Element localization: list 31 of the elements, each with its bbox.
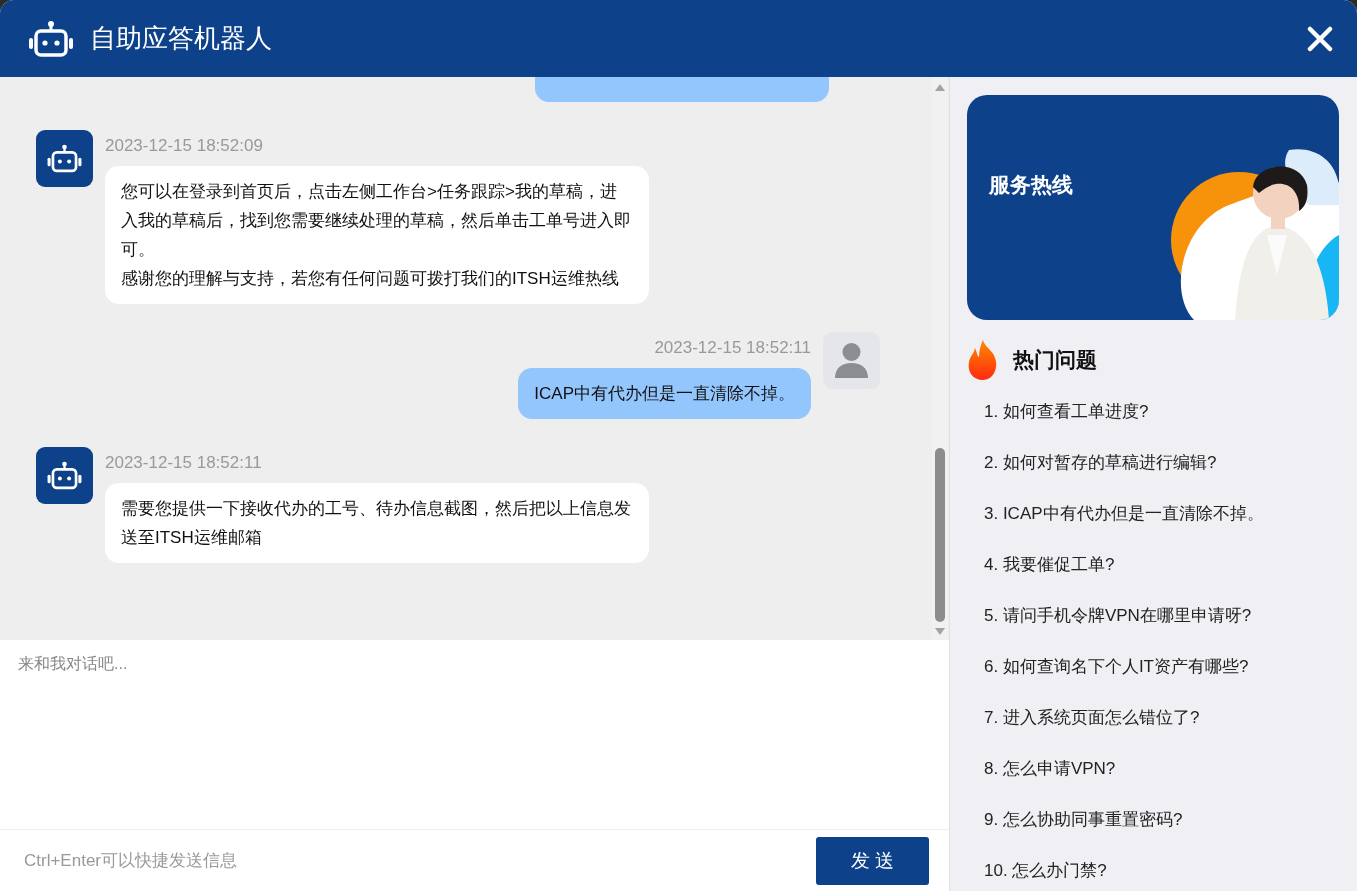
send-button[interactable]: 发 送 bbox=[816, 836, 929, 885]
question-link[interactable]: 2. 如何对暂存的草稿进行编辑? bbox=[984, 451, 1339, 474]
question-link[interactable]: 8. 怎么申请VPN? bbox=[984, 757, 1339, 780]
message-text: 需要您提供一下接收代办的工号、待办信息截图，然后把以上信息发送至ITSH运维邮箱 bbox=[121, 498, 632, 549]
question-link[interactable]: 10. 怎么办门禁? bbox=[984, 859, 1339, 882]
banner-title: 服务热线 bbox=[987, 172, 1074, 198]
question-link[interactable]: 1. 如何查看工单进度? bbox=[984, 400, 1339, 423]
question-link[interactable]: 4. 我要催促工单? bbox=[984, 553, 1339, 576]
bot-avatar bbox=[36, 447, 93, 504]
scroll-thumb[interactable] bbox=[935, 448, 945, 622]
scroll-down-icon[interactable] bbox=[935, 628, 945, 636]
close-icon[interactable] bbox=[1307, 25, 1333, 52]
question-link[interactable]: 6. 如何查询名下个人IT资产有哪些? bbox=[984, 655, 1339, 678]
user-avatar bbox=[823, 332, 880, 389]
message-time: 2023-12-15 18:52:11 bbox=[105, 453, 263, 473]
question-link[interactable]: 3. ICAP中有代办但是一直清除不掉。 bbox=[984, 502, 1339, 525]
window-title: 自助应答机器人 bbox=[90, 22, 273, 55]
message-text: 感谢您的理解与支持，若您有任何问题可拨打我们的ITSH运维热线 bbox=[121, 268, 620, 290]
flame-icon bbox=[967, 340, 999, 380]
section-title: 热门问题 bbox=[1013, 347, 1097, 373]
question-link[interactable]: 7. 进入系统页面怎么错位了? bbox=[984, 706, 1339, 729]
message-time: 2023-12-15 18:52:11 bbox=[654, 338, 811, 358]
scroll-up-icon[interactable] bbox=[935, 83, 945, 91]
message-text: ICAP中有代办但是一直清除不掉。 bbox=[534, 383, 795, 405]
shortcut-hint: Ctrl+Enter可以快捷发送信息 bbox=[24, 850, 237, 872]
robot-icon bbox=[28, 18, 74, 59]
question-link[interactable]: 5. 请问手机令牌VPN在哪里申请呀? bbox=[984, 604, 1339, 627]
question-link[interactable]: 9. 怎么协助同事重置密码? bbox=[984, 808, 1339, 831]
message-time: 2023-12-15 18:52:09 bbox=[105, 136, 264, 156]
bot-avatar bbox=[36, 130, 93, 187]
message-text: 您可以在登录到首页后，点击左侧工作台>任务跟踪>我的草稿，进入我的草稿后，找到您需要继续处理的草稿，然后单击工单号进入即可。 bbox=[121, 181, 632, 261]
